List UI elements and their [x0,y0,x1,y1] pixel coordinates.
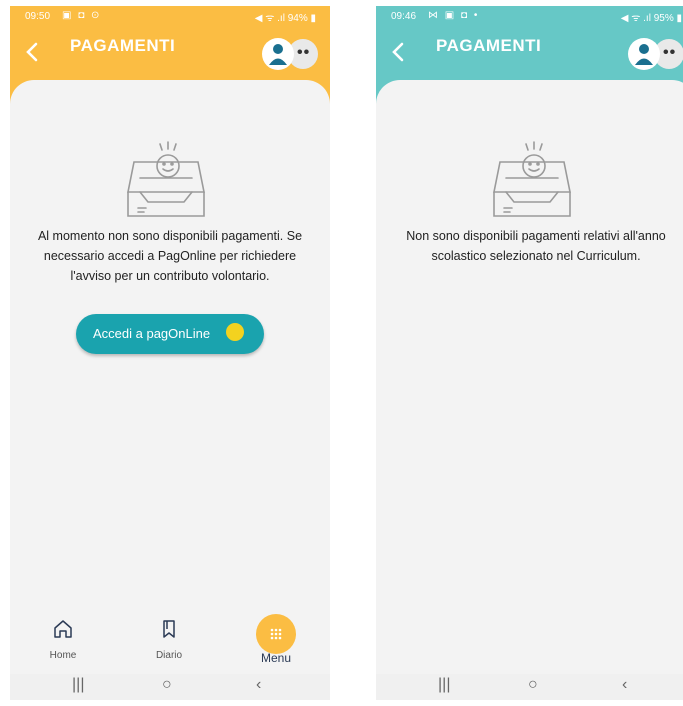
system-home-button[interactable]: ○ [162,676,172,694]
status-notification-icons: ▣ ◘ ⊙ [62,10,102,21]
accedi-pagonline-button[interactable]: Accedi a pagOnLine [76,314,264,354]
system-back-button[interactable]: ‹ [622,676,627,694]
empty-state-message: Non sono disponibili pagamenti relativi … [406,229,666,263]
status-time: 09:50 [25,11,51,22]
chevron-left-icon [26,42,38,62]
recent-apps-button[interactable]: ||| [72,676,84,694]
nav-menu-button[interactable] [256,614,296,654]
profile-switcher[interactable]: •• [262,38,318,70]
empty-state-message: Al momento non sono disponibili pagament… [37,229,303,283]
empty-inbox-icon [127,141,205,217]
phone-screen-right: 09:46 ⋈ ▣ ◘ • ◀ ᯤ .ıl 95% ▮ PAGAMENTI •• [376,6,683,700]
back-button[interactable] [388,40,416,68]
nav-home[interactable]: Home [28,618,98,661]
nav-diario[interactable]: Diario [134,618,204,661]
nav-home-label: Home [49,650,77,661]
nav-diario-label: Diario [155,650,183,661]
user-avatar-icon[interactable] [628,38,660,70]
nav-menu-label: Menu [260,651,292,665]
status-right-icons: ◀ ᯤ .ıl 94% ▮ [254,13,316,24]
status-time: 09:46 [391,11,417,22]
grid-menu-icon [270,628,282,640]
user-avatar-icon[interactable] [262,38,294,70]
system-navigation-bar: ||| ○ ‹ [10,674,330,700]
status-right-icons: ◀ ᯤ .ıl 95% ▮ [620,13,682,24]
page-title: PAGAMENTI [436,36,542,55]
phone-screen-left: 09:50 ▣ ◘ ⊙ ◀ ᯤ .ıl 94% ▮ PAGAMENTI •• A… [10,6,330,700]
system-back-button[interactable]: ‹ [256,676,261,694]
system-navigation-bar: ||| ○ ‹ [376,674,683,700]
back-button[interactable] [22,40,50,68]
empty-inbox-icon [493,141,571,217]
recent-apps-button[interactable]: ||| [438,676,450,694]
content-card: Non sono disponibili pagamenti relativi … [376,80,683,680]
profile-switcher[interactable]: •• [628,38,683,70]
status-bar: 09:50 ▣ ◘ ⊙ ◀ ᯤ .ıl 94% ▮ [10,6,330,28]
home-icon [54,620,72,638]
system-home-button[interactable]: ○ [528,676,538,694]
status-bar: 09:46 ⋈ ▣ ◘ • ◀ ᯤ .ıl 95% ▮ [376,6,683,28]
page-title: PAGAMENTI [70,36,176,55]
content-card: Al momento non sono disponibili pagament… [10,80,330,680]
button-label: Accedi a pagOnLine [93,326,211,341]
status-notification-icons: ⋈ ▣ ◘ • [428,10,480,21]
bookmark-icon [163,620,175,638]
bottom-navigation: Home Diario Menu [10,602,330,674]
chevron-left-icon [392,42,404,62]
pagonline-icon [226,323,244,341]
